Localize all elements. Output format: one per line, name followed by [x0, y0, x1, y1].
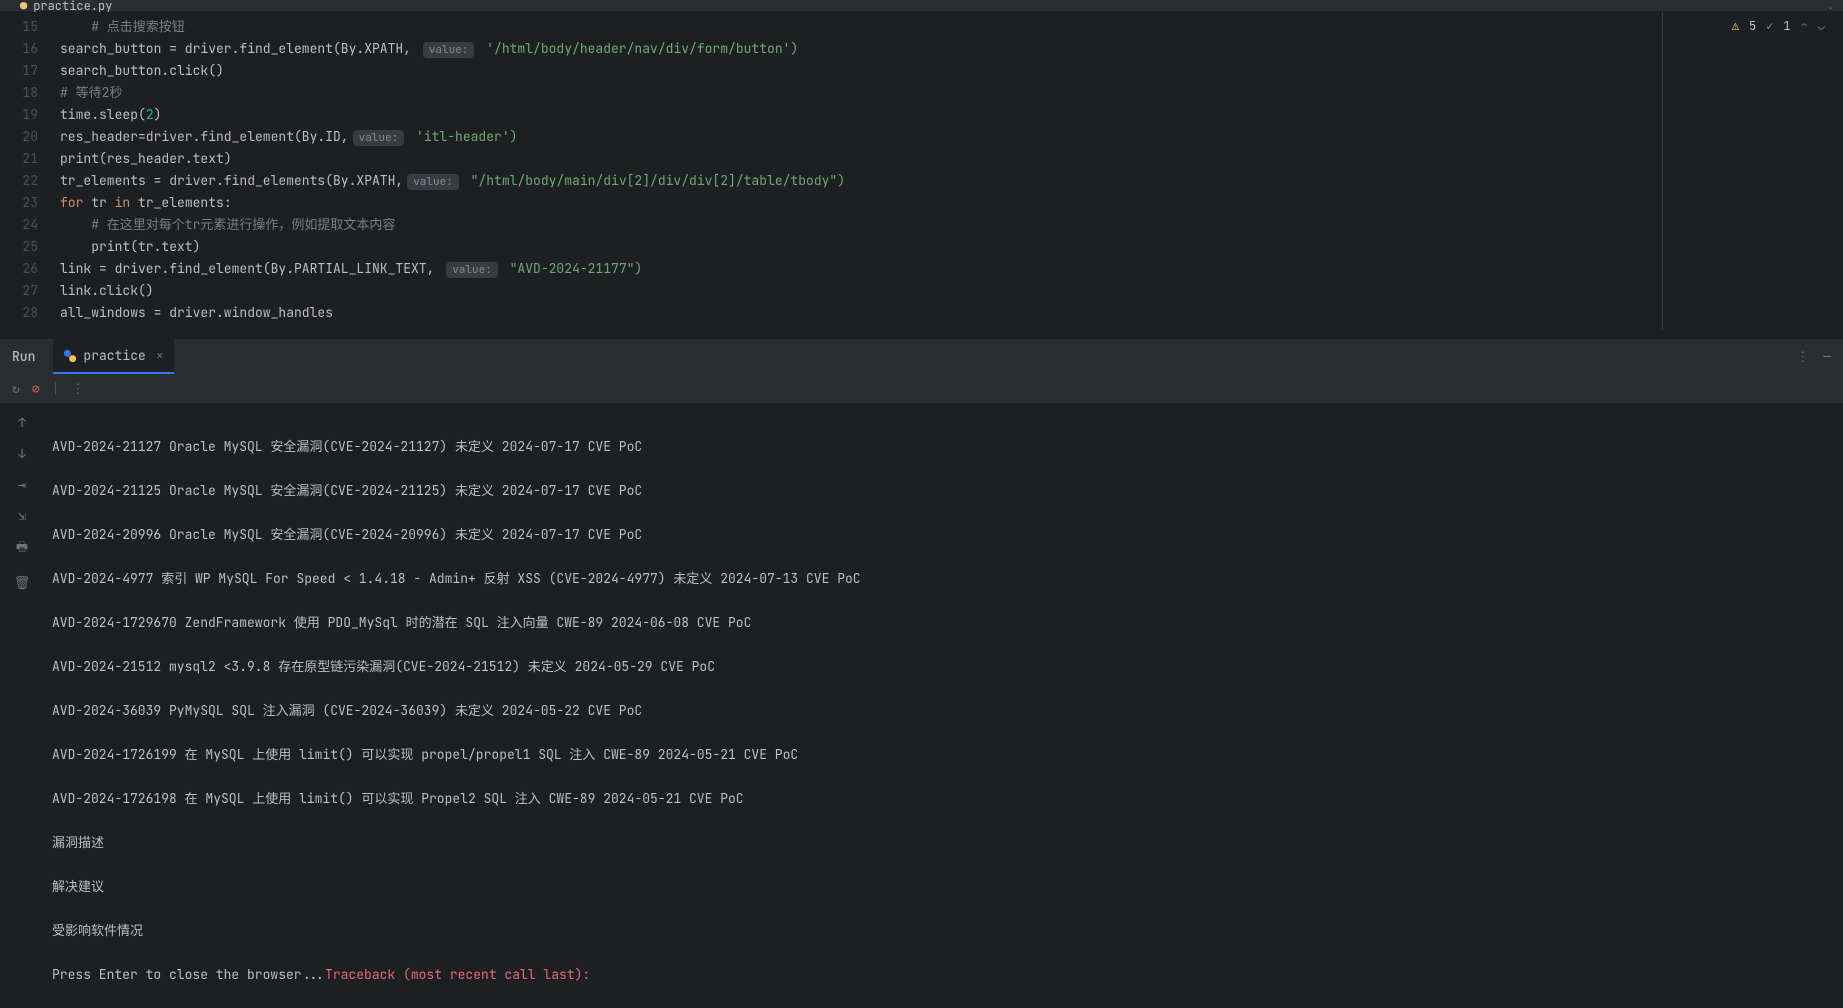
code-text: search_button = driver.find_element(By.X… [60, 40, 419, 57]
console-side-toolbar: ↑ ↓ ⇥ ⇲ 🖶 🗑 [0, 404, 44, 994]
code-text: ) [154, 106, 162, 123]
editor-tab-bar: ● practice.py ⋮ [0, 0, 1843, 12]
console-panel: ↑ ↓ ⇥ ⇲ 🖶 🗑 AVD-2024-21127 Oracle MySQL … [0, 404, 1843, 994]
panel-splitter[interactable] [0, 330, 1843, 338]
line-number: 19 [0, 104, 38, 126]
console-line: 受影响软件情况 [52, 920, 1835, 942]
chevron-down-icon[interactable]: ⌄ [1818, 18, 1825, 34]
check-icon: ✓ [1766, 18, 1773, 34]
console-line: AVD-2024-21125 Oracle MySQL 安全漏洞(CVE-202… [52, 480, 1835, 502]
code-text: "AVD-2024-21177") [502, 260, 642, 277]
run-tab-label: practice [83, 347, 145, 364]
code-text: "/html/body/main/div[2]/div/div[2]/table… [463, 172, 845, 189]
code-text: (res_header.text) [99, 150, 232, 167]
console-line: Press Enter to close the browser...Trace… [52, 964, 1835, 986]
console-line: AVD-2024-1726198 在 MySQL 上使用 limit() 可以实… [52, 788, 1835, 810]
code-text: tr_elements = driver.find_elements(By.XP… [60, 172, 403, 189]
code-text: # 等待2秒 [60, 84, 122, 101]
more-icon[interactable]: ⋮ [1796, 348, 1809, 365]
down-arrow-icon[interactable]: ↓ [18, 445, 26, 462]
separator: | [52, 380, 60, 397]
run-toolbar: ↻ ⊘ | ⋮ [0, 374, 1843, 404]
stop-icon[interactable]: ⊘ [32, 380, 40, 397]
console-line: AVD-2024-4977 索引 WP MySQL For Speed < 1.… [52, 568, 1835, 590]
code-text: print [60, 150, 99, 167]
line-number: 23 [0, 192, 38, 214]
code-text: # 点击搜索按钮 [60, 18, 185, 35]
console-line: AVD-2024-1729670 ZendFramework 使用 PDO_My… [52, 612, 1835, 634]
code-text: link = driver.find_element(By.PARTIAL_LI… [60, 260, 442, 277]
code-text: tr [91, 194, 114, 211]
console-line: AVD-2024-36039 PyMySQL SQL 注入漏洞 (CVE-202… [52, 700, 1835, 722]
code-text: '/html/body/header/nav/div/form/button') [478, 40, 798, 57]
console-text: Press Enter to close the browser... [52, 966, 325, 983]
up-arrow-icon[interactable]: ↑ [18, 414, 26, 431]
inspections-widget[interactable]: ⚠ 5 ✓ 1 ⌃ ⌄ [1732, 18, 1825, 34]
code-text: time.sleep( [60, 106, 146, 123]
rerun-icon[interactable]: ↻ [12, 380, 20, 397]
print-icon[interactable]: 🖶 [16, 538, 28, 560]
editor-tab-practice[interactable]: ● practice.py [10, 0, 122, 11]
code-text: tr_elements: [138, 194, 232, 211]
more-actions-icon[interactable]: ⋮ [71, 380, 84, 397]
console-line: 漏洞描述 [52, 832, 1835, 854]
param-hint: value: [446, 262, 498, 278]
console-line: 解决建议 [52, 876, 1835, 898]
code-text: for [60, 194, 91, 211]
line-number: 20 [0, 126, 38, 148]
console-line: AVD-2024-21512 mysql2 <3.9.8 存在原型链污染漏洞(C… [52, 656, 1835, 678]
code-text: # 在这里对每个tr元素进行操作，例如提取文本内容 [60, 216, 395, 233]
line-number-gutter: 15 16 17 18 19 20 21 22 23 24 25 26 27 2… [0, 12, 50, 330]
line-number: 16 [0, 38, 38, 60]
line-number: 27 [0, 280, 38, 302]
scroll-to-end-icon[interactable]: ⇲ [18, 507, 26, 524]
code-text: 'itl-header') [408, 128, 517, 145]
right-margin-line [1662, 12, 1663, 330]
close-icon[interactable]: × [156, 347, 164, 364]
warning-icon: ⚠ [1732, 18, 1739, 34]
line-number: 21 [0, 148, 38, 170]
code-text: res_header=driver.find_element(By.ID, [60, 128, 349, 145]
line-number: 25 [0, 236, 38, 258]
check-count: 1 [1783, 18, 1790, 34]
console-line: AVD-2024-1726199 在 MySQL 上使用 limit() 可以实… [52, 744, 1835, 766]
code-text: print [60, 238, 130, 255]
code-text: 2 [146, 106, 154, 123]
code-text: all_windows = driver.window_handles [60, 304, 333, 321]
minimize-icon[interactable]: — [1823, 348, 1831, 365]
trash-icon[interactable]: 🗑 [14, 574, 31, 591]
console-output[interactable]: AVD-2024-21127 Oracle MySQL 安全漏洞(CVE-202… [44, 404, 1843, 994]
code-editor[interactable]: 15 16 17 18 19 20 21 22 23 24 25 26 27 2… [0, 12, 1843, 330]
line-number: 28 [0, 302, 38, 324]
line-number: 26 [0, 258, 38, 280]
run-panel-title: Run [12, 348, 35, 365]
python-icon [63, 349, 77, 363]
code-content[interactable]: # 点击搜索按钮 search_button = driver.find_ele… [50, 12, 1843, 330]
run-config-tab[interactable]: practice × [53, 339, 173, 374]
line-number: 18 [0, 82, 38, 104]
chevron-up-icon[interactable]: ⌃ [1801, 18, 1808, 34]
console-line: AVD-2024-20996 Oracle MySQL 安全漏洞(CVE-202… [52, 524, 1835, 546]
code-text: search_button.click() [60, 62, 224, 79]
param-hint: value: [353, 130, 405, 146]
code-text: (tr.text) [130, 238, 200, 255]
line-number: 22 [0, 170, 38, 192]
param-hint: value: [407, 174, 459, 190]
line-number: 24 [0, 214, 38, 236]
line-number: 15 [0, 16, 38, 38]
console-line: AVD-2024-21127 Oracle MySQL 安全漏洞(CVE-202… [52, 436, 1835, 458]
run-tool-header: Run practice × ⋮ — [0, 338, 1843, 374]
soft-wrap-icon[interactable]: ⇥ [18, 476, 26, 493]
param-hint: value: [423, 42, 475, 58]
code-text: in [115, 194, 138, 211]
traceback-header: Traceback (most recent call last): [325, 966, 590, 983]
warning-count: 5 [1749, 18, 1756, 34]
line-number: 17 [0, 60, 38, 82]
code-text: link.click() [60, 282, 154, 299]
